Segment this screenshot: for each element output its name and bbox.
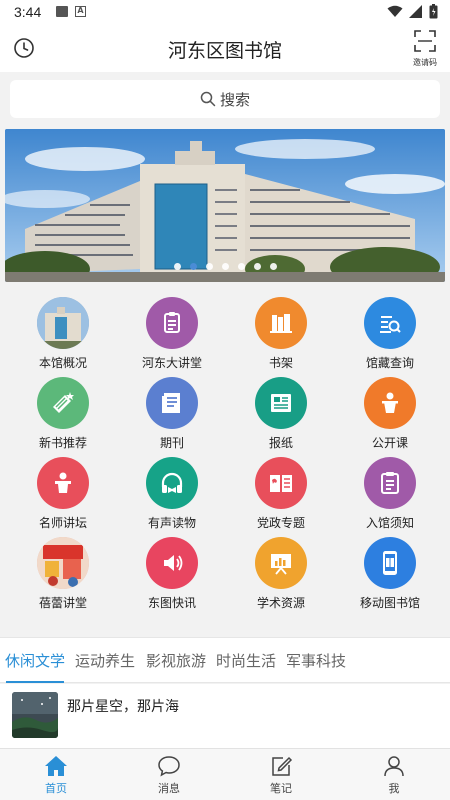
grid-item[interactable]: 报纸 (225, 371, 337, 451)
mobile-book-icon (364, 537, 416, 589)
grid-item-label: 有声读物 (147, 516, 196, 530)
library-building-image (5, 129, 445, 282)
grid-item-label: 入馆须知 (365, 516, 414, 530)
invite-code-button[interactable]: 邀请码 (410, 30, 440, 68)
nav-item-label: 消息 (158, 782, 180, 795)
nav-item-label: 笔记 (270, 782, 292, 795)
home-icon (26, 755, 86, 777)
new-books-icon (37, 377, 89, 429)
grid-item[interactable]: 书架 (225, 291, 337, 371)
carousel-dot[interactable] (189, 263, 197, 270)
grid-item[interactable]: 学术资源 (225, 531, 337, 611)
article-item[interactable]: 那片星空，那片海 (0, 684, 450, 748)
status-right (387, 4, 438, 19)
wifi-icon (387, 5, 403, 17)
notice-icon (364, 457, 416, 509)
presentation-icon (255, 537, 307, 589)
carousel-dot[interactable] (205, 263, 213, 270)
grid-item-label: 学术资源 (256, 596, 305, 610)
carousel-dots (5, 263, 445, 270)
active-tab-indicator (6, 681, 64, 683)
grid-item-label: 蓓蕾讲堂 (38, 596, 87, 610)
grid-item-label: 期刊 (159, 436, 184, 450)
banner-carousel[interactable] (5, 129, 445, 282)
nav-item[interactable]: 我 (364, 755, 424, 796)
grid-item[interactable]: 名师讲坛 (7, 451, 119, 531)
status-time: 3:44 (14, 4, 42, 20)
category-tab[interactable]: 时尚生活 (216, 650, 276, 671)
search-document-icon (364, 297, 416, 349)
grid-item[interactable]: 馆藏查询 (334, 291, 446, 371)
carousel-dot[interactable] (237, 263, 245, 270)
nav-item-label: 我 (388, 782, 400, 795)
grid-item[interactable]: 移动图书馆 (334, 531, 446, 611)
bottom-navigation: 首页 消息 笔记 我 (0, 748, 450, 800)
party-book-icon (255, 457, 307, 509)
speaker-icon (146, 537, 198, 589)
lecturer-icon (364, 377, 416, 429)
bookshelf-icon (255, 297, 307, 349)
battery-icon (429, 4, 438, 19)
newspaper-icon (255, 377, 307, 429)
grid-item-label: 书架 (268, 356, 293, 370)
category-tabs: 休闲文学 运动养生 影视旅游 时尚生活 军事科技 (0, 637, 450, 683)
category-tab[interactable]: 军事科技 (286, 650, 346, 671)
grid-item-label: 东图快讯 (147, 596, 196, 610)
user-icon (364, 755, 424, 777)
search-bar[interactable]: 搜索 (10, 80, 440, 118)
nav-item[interactable]: 消息 (139, 755, 199, 796)
grid-item-label: 公开课 (371, 436, 408, 450)
grid-item[interactable]: 入馆须知 (334, 451, 446, 531)
grid-item[interactable]: 公开课 (334, 371, 446, 451)
scan-icon (414, 30, 436, 52)
grid-item-label: 党政专题 (256, 516, 305, 530)
category-tab[interactable]: 运动养生 (75, 650, 135, 671)
clipboard-icon (146, 297, 198, 349)
grid-item[interactable]: 蓓蕾讲堂 (7, 531, 119, 611)
grid-item-label: 移动图书馆 (359, 596, 420, 610)
feature-grid: 本馆概况 河东大讲堂 书架 馆藏查询新书推荐 期刊 报纸 公开课名师讲坛 有声读物 党政专题 入馆… (0, 291, 450, 621)
note-icon (251, 755, 311, 777)
article-title: 那片星空，那片海 (67, 699, 179, 715)
article-thumbnail (12, 692, 58, 738)
library-building-photo (37, 297, 89, 349)
nav-item-label: 首页 (45, 782, 67, 795)
carousel-dot[interactable] (221, 263, 229, 270)
invite-code-label: 邀请码 (413, 58, 437, 67)
grid-item-label: 河东大讲堂 (141, 356, 202, 370)
grid-item[interactable]: 本馆概况 (7, 291, 119, 371)
grid-item[interactable]: 东图快讯 (116, 531, 228, 611)
signal-icon (409, 5, 422, 18)
kids-lecture-photo (37, 537, 89, 589)
message-icon (139, 755, 199, 777)
page-title: 河东区图书馆 (167, 40, 282, 62)
grid-item-label: 名师讲坛 (38, 516, 87, 530)
carousel-dot[interactable] (269, 263, 277, 270)
grid-item-label: 新书推荐 (38, 436, 87, 450)
grid-item[interactable]: 党政专题 (225, 451, 337, 531)
grid-item-label: 馆藏查询 (365, 356, 414, 370)
search-placeholder: 搜索 (219, 90, 250, 109)
headphones-icon (146, 457, 198, 509)
search-icon (200, 91, 216, 107)
grid-item-label: 本馆概况 (38, 356, 87, 370)
grid-item-label: 报纸 (268, 436, 293, 450)
journal-icon (146, 377, 198, 429)
category-tab[interactable]: 影视旅游 (146, 650, 206, 671)
nav-item[interactable]: 首页 (26, 755, 86, 796)
podium-icon (37, 457, 89, 509)
carousel-dot[interactable] (173, 263, 181, 270)
grid-item[interactable]: 河东大讲堂 (116, 291, 228, 371)
category-tab[interactable]: 休闲文学 (5, 650, 65, 671)
grid-item[interactable]: 新书推荐 (7, 371, 119, 451)
grid-item[interactable]: 期刊 (116, 371, 228, 451)
nav-item[interactable]: 笔记 (251, 755, 311, 796)
grid-item[interactable]: 有声读物 (116, 451, 228, 531)
gallery-notification-icon (56, 6, 68, 17)
app-notification-icon: A (75, 6, 86, 17)
carousel-dot[interactable] (253, 263, 261, 270)
app-header: 河东区图书馆 邀请码 (0, 24, 450, 72)
app-screen: 3:44 A 河东区图书馆 邀请码 搜索 本馆概况 河东大讲堂 书架 馆藏查询 … (0, 0, 450, 800)
status-bar: 3:44 A (0, 0, 450, 24)
